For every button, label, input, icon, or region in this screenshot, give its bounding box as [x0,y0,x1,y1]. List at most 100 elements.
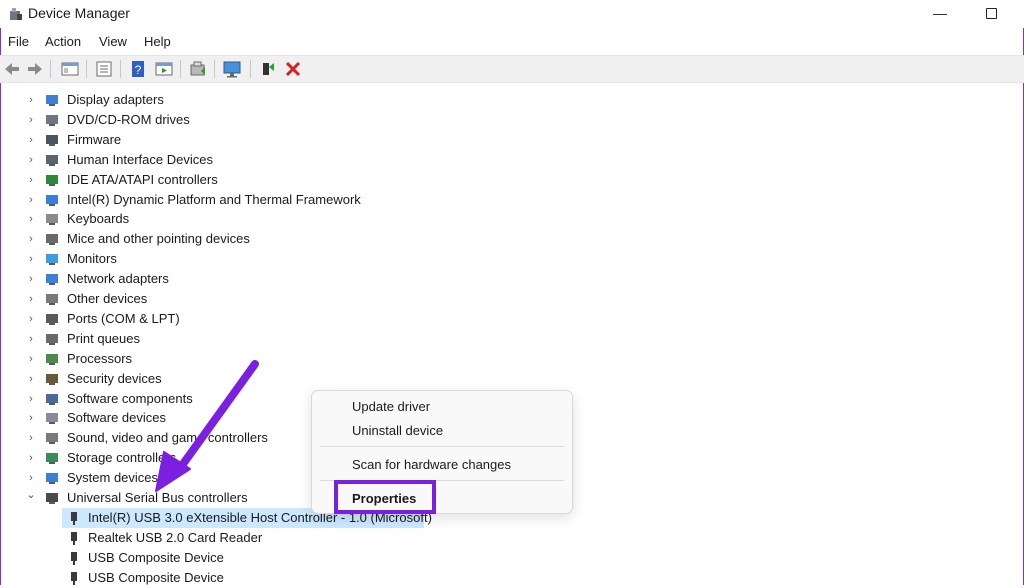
tree-item-label: Realtek USB 2.0 Card Reader [88,529,263,545]
menu-update-driver[interactable]: Update driver [352,399,430,414]
software-component-icon [46,393,58,405]
tree-item-label: Monitors [67,251,117,267]
menu-uninstall-device[interactable]: Uninstall device [352,423,443,438]
tree-item-category[interactable]: › Firmware [0,130,1024,150]
tree-item-usb-device[interactable]: Realtek USB 2.0 Card Reader [0,528,1024,548]
tree-item-label: Other devices [67,291,148,306]
chevron-right-icon[interactable]: › [26,353,36,365]
tree-item-label: Software components [67,390,193,406]
security-device-icon [46,373,58,385]
tree-item-category[interactable]: › Print queues [0,329,1024,349]
chevron-right-icon[interactable]: › [26,213,36,225]
tree-item-category[interactable]: › DVD/CD-ROM drives [0,110,1024,130]
tree-item-category[interactable]: › Security devices [0,369,1024,389]
tree-item-category[interactable]: › Monitors [0,249,1024,269]
toolbar-separator [50,60,51,78]
chevron-right-icon[interactable]: › [26,393,36,405]
title-bar: Device Manager — [0,0,1024,28]
port-icon [46,313,58,325]
system-device-icon [46,473,58,485]
minimize-icon[interactable]: — [928,2,952,24]
toolbar: ? [0,55,1024,83]
chevron-right-icon[interactable]: › [26,313,36,325]
tree-item-label: Security devices [67,370,162,386]
chevron-right-icon[interactable]: › [26,333,36,345]
toolbar-separator [250,60,251,78]
help-icon[interactable]: ? [128,59,148,79]
usb-icon [71,551,77,565]
scan-hardware-icon[interactable] [222,59,242,79]
tree-item-usb-device[interactable]: USB Composite Device [0,548,1024,568]
firmware-icon [46,134,58,146]
tree-item-category[interactable]: › Network adapters [0,269,1024,289]
properties-icon[interactable] [94,59,114,79]
tree-item-category[interactable]: › Mice and other pointing devices [0,229,1024,249]
keyboard-icon [46,214,58,226]
chevron-right-icon[interactable]: › [26,114,36,126]
tree-item-category[interactable]: › Ports (COM & LPT) [0,309,1024,329]
usb-icon [71,531,77,545]
device-manager-icon [10,8,22,20]
tree-item-label: Keyboards [67,211,130,227]
tree-item-label: USB Composite Device [88,549,224,565]
tree-item-label: Firmware [67,131,122,147]
tree-item-label: Sound, video and game controllers [67,430,268,446]
tree-item-category[interactable]: › Display adapters [0,90,1024,110]
menu-file[interactable]: File [8,34,29,49]
chevron-right-icon[interactable]: › [26,233,36,245]
storage-controller-icon [46,453,58,465]
menu-action[interactable]: Action [45,34,81,49]
maximize-icon[interactable] [980,2,1004,24]
action-pane-icon[interactable] [154,59,174,79]
tree-item-label: Storage controllers [67,450,177,466]
tree-item-usb-device[interactable]: USB Composite Device [0,568,1024,588]
hid-icon [46,154,58,166]
update-driver-icon[interactable] [188,59,208,79]
back-icon[interactable] [2,59,22,79]
dvd-drive-icon [46,114,58,126]
chevron-right-icon[interactable]: › [26,472,36,484]
printer-icon [46,333,58,345]
uninstall-icon[interactable] [283,59,303,79]
chevron-right-icon[interactable]: › [26,293,36,305]
chevron-right-icon[interactable]: › [26,194,36,206]
tree-item-category[interactable]: › Processors [0,349,1024,369]
chevron-down-icon[interactable]: ⌄ [26,489,36,501]
chevron-right-icon[interactable]: › [26,253,36,265]
usb-icon [71,511,77,525]
usb-icon [71,571,77,585]
tree-item-label: USB Composite Device [88,569,224,585]
menu-help[interactable]: Help [144,34,171,49]
show-hide-console-tree-icon[interactable] [60,59,80,79]
chevron-right-icon[interactable]: › [26,452,36,464]
tree-item-label: Processors [67,350,133,366]
tree-item-label: DVD/CD-ROM drives [67,111,190,127]
ide-controller-icon [46,174,58,186]
properties-highlight-box [334,480,436,514]
menu-view[interactable]: View [99,34,127,49]
enable-device-icon[interactable] [258,59,278,79]
thermal-framework-icon [46,194,58,206]
menu-scan-hardware[interactable]: Scan for hardware changes [352,457,511,472]
context-menu-separator [320,446,564,447]
chevron-right-icon[interactable]: › [26,373,36,385]
forward-icon[interactable] [25,59,45,79]
chevron-right-icon[interactable]: › [26,134,36,146]
network-adapter-icon [46,274,58,286]
chevron-right-icon[interactable]: › [26,174,36,186]
chevron-right-icon[interactable]: › [26,412,36,424]
toolbar-separator [86,60,87,78]
tree-item-category[interactable]: › Human Interface Devices [0,150,1024,170]
usb-icon [46,493,58,504]
tree-item-category[interactable]: › Keyboards [0,209,1024,229]
toolbar-separator [180,60,181,78]
tree-item-label: Print queues [67,330,140,346]
tree-item-category[interactable]: › Other devices [0,289,1024,309]
window-title: Device Manager [28,5,130,21]
chevron-right-icon[interactable]: › [26,94,36,106]
tree-item-category[interactable]: › IDE ATA/ATAPI controllers [0,170,1024,190]
chevron-right-icon[interactable]: › [26,273,36,285]
chevron-right-icon[interactable]: › [26,432,36,444]
chevron-right-icon[interactable]: › [26,154,36,166]
tree-item-category[interactable]: › Intel(R) Dynamic Platform and Thermal F… [0,190,1024,210]
